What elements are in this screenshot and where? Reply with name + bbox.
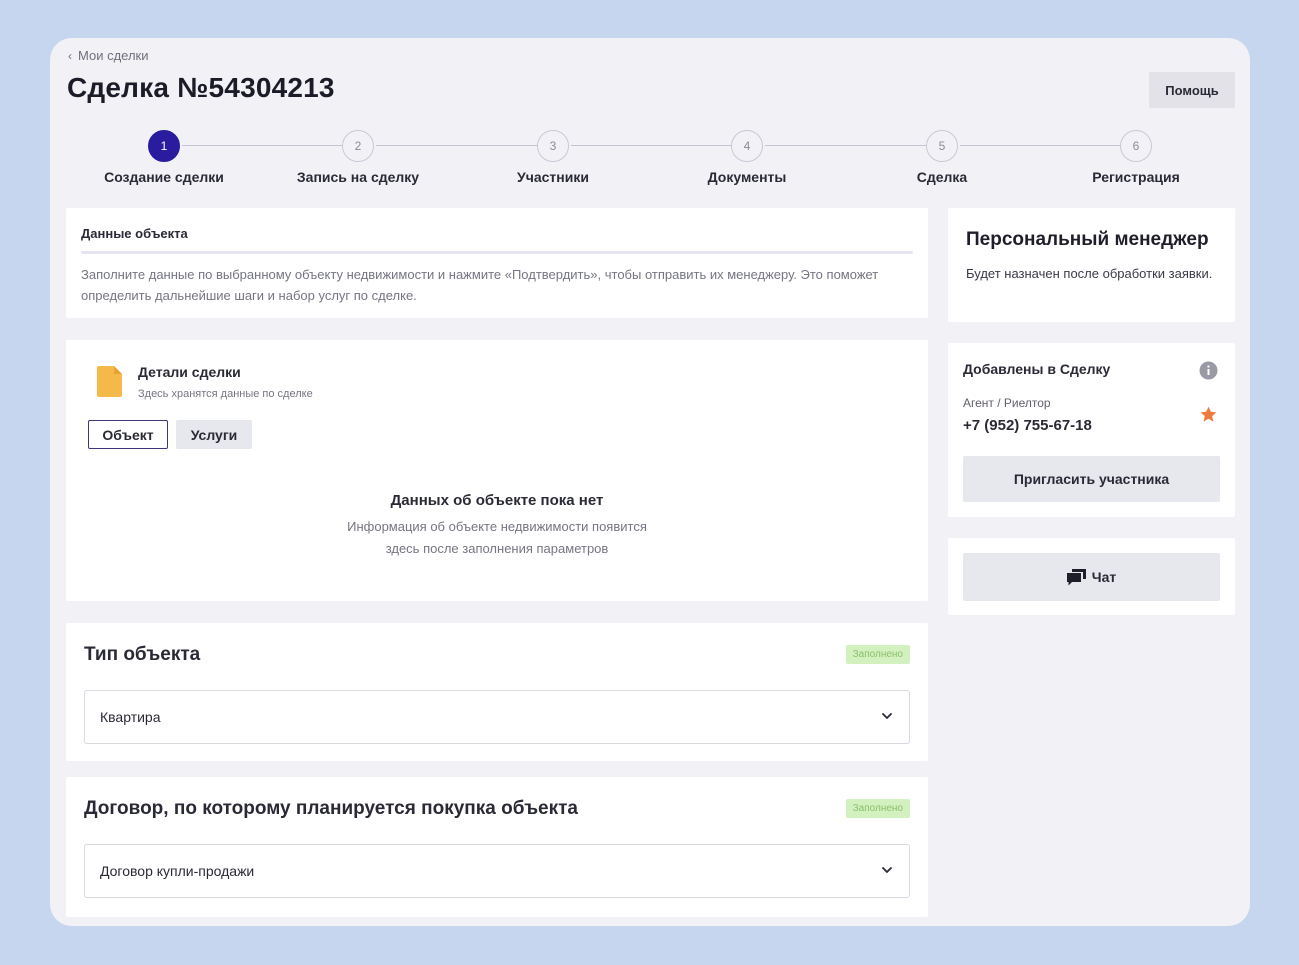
- step-label: Создание сделки: [104, 169, 224, 185]
- chat-button[interactable]: Чат: [963, 553, 1220, 601]
- empty-state-text: Информация об объекте недвижимости появи…: [66, 516, 928, 560]
- stepper: 1 Создание сделки 2 Запись на сделку 3 У…: [50, 130, 1250, 190]
- page-title: Сделка №54304213: [67, 72, 335, 103]
- chevron-down-icon: [882, 713, 892, 719]
- step-participants[interactable]: 3 Участники: [463, 130, 643, 185]
- step-registration[interactable]: 6 Регистрация: [1046, 130, 1226, 185]
- participants-title: Добавлены в Сделку: [963, 361, 1111, 377]
- object-data-description: Заполните данные по выбранному объекту н…: [81, 267, 879, 303]
- step-label: Участники: [517, 169, 589, 185]
- select-value: Договор купли-продажи: [100, 863, 255, 879]
- status-badge: Заполнено: [845, 645, 910, 664]
- participant-role: Агент / Риелтор: [963, 396, 1051, 410]
- participant-phone: +7 (952) 755-67-18: [963, 417, 1092, 434]
- step-deal[interactable]: 5 Сделка: [852, 130, 1032, 185]
- empty-state-line: здесь после заполнения параметров: [385, 541, 609, 556]
- breadcrumb-link[interactable]: Мои сделки: [78, 48, 149, 63]
- tab-object[interactable]: Объект: [88, 420, 168, 449]
- step-number: 1: [148, 130, 180, 162]
- object-type-title: Тип объекта: [84, 644, 201, 665]
- step-label: Сделка: [916, 169, 968, 185]
- chevron-down-icon: [882, 867, 892, 873]
- chevron-left-icon: ‹: [68, 48, 72, 63]
- app-window: ‹ Мои сделки Сделка №54304213 Помощь 1 С…: [50, 38, 1250, 926]
- step-create-deal[interactable]: 1 Создание сделки: [74, 130, 254, 185]
- chat-card: Чат: [948, 538, 1235, 615]
- contract-title: Договор, по которому планируется покупка…: [84, 798, 578, 819]
- object-data-card: Данные объекта Заполните данные по выбра…: [66, 208, 928, 318]
- step-documents[interactable]: 4 Документы: [657, 130, 837, 185]
- participants-card: Добавлены в Сделку Агент / Риелтор +7 (9…: [948, 343, 1235, 517]
- step-label: Регистрация: [1092, 169, 1180, 185]
- help-button[interactable]: Помощь: [1149, 72, 1235, 108]
- star-icon[interactable]: [1199, 405, 1218, 424]
- object-type-card: Тип объекта Заполнено Квартира: [66, 623, 928, 761]
- invite-participant-button[interactable]: Пригласить участника: [963, 456, 1220, 502]
- divider: [81, 251, 913, 254]
- tab-services[interactable]: Услуги: [176, 420, 252, 449]
- step-label: Запись на сделку: [296, 169, 420, 185]
- manager-text: Будет назначен после обработки заявки.: [966, 266, 1213, 281]
- empty-state-line: Информация об объекте недвижимости появи…: [347, 519, 647, 534]
- step-number: 6: [1120, 130, 1152, 162]
- info-icon[interactable]: [1199, 361, 1218, 380]
- deal-details-title: Детали сделки: [138, 364, 241, 380]
- status-badge: Заполнено: [845, 799, 910, 818]
- select-value: Квартира: [100, 709, 161, 725]
- breadcrumb[interactable]: ‹ Мои сделки: [68, 48, 149, 63]
- step-number: 5: [926, 130, 958, 162]
- manager-title: Персональный менеджер: [966, 229, 1209, 250]
- chat-label: Чат: [1091, 569, 1117, 585]
- contract-select[interactable]: Договор купли-продажи: [84, 844, 910, 898]
- chat-icon: [1066, 568, 1086, 585]
- object-data-title: Данные объекта: [81, 226, 188, 241]
- step-booking[interactable]: 2 Запись на сделку: [268, 130, 448, 185]
- empty-state-title: Данных об объекте пока нет: [390, 492, 604, 509]
- manager-card: Персональный менеджер Будет назначен пос…: [948, 208, 1235, 322]
- deal-details-subtitle: Здесь хранятся данные по сделке: [138, 388, 313, 400]
- deal-details-card: Детали сделки Здесь хранятся данные по с…: [66, 340, 928, 601]
- step-number: 3: [537, 130, 569, 162]
- file-icon: [97, 366, 122, 397]
- step-number: 4: [731, 130, 763, 162]
- step-number: 2: [342, 130, 374, 162]
- object-type-select[interactable]: Квартира: [84, 690, 910, 744]
- contract-card: Договор, по которому планируется покупка…: [66, 777, 928, 917]
- step-label: Документы: [707, 169, 787, 185]
